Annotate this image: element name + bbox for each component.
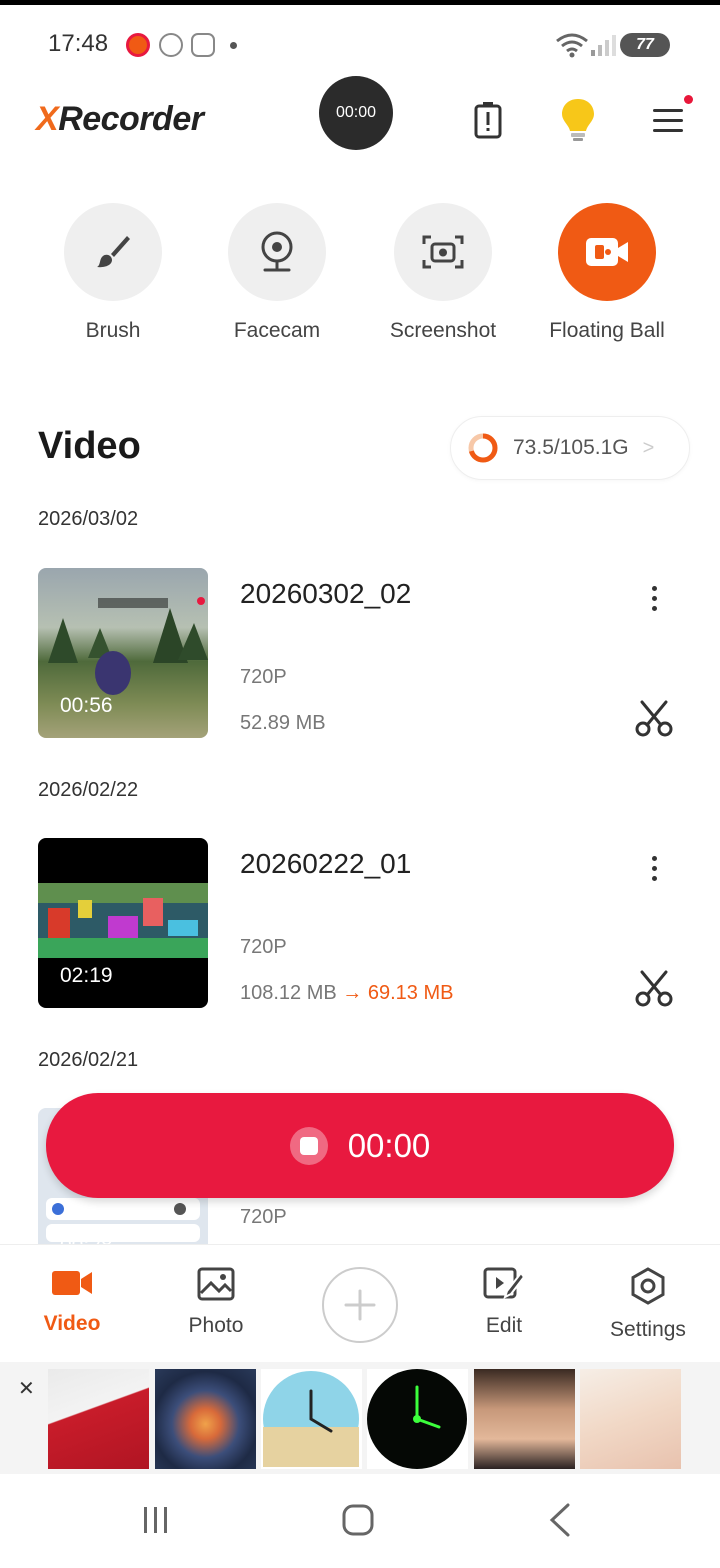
back-icon[interactable]	[546, 1502, 574, 1538]
more-options-button[interactable]	[640, 848, 668, 888]
video-item[interactable]: 00:56 20260302_02 720P 52.89 MB	[0, 568, 720, 740]
battery-warning-button[interactable]	[466, 96, 510, 144]
tab-edit[interactable]: Edit	[434, 1267, 574, 1338]
camera-record-icon	[586, 238, 628, 266]
date-header: 2026/03/02	[38, 508, 139, 530]
app-header: XRecorder 00:00	[0, 70, 720, 170]
video-name: 20260302_02	[240, 578, 412, 609]
ad-image[interactable]	[367, 1369, 468, 1469]
tools-row: Brush Facecam Screenshot Floating Ball	[0, 200, 720, 360]
settings-icon	[631, 1267, 665, 1305]
stop-recording-button[interactable]: 00:00	[46, 1093, 674, 1198]
storage-usage-text: 73.5/105.1G	[513, 436, 629, 459]
menu-notification-dot	[684, 95, 693, 104]
close-ad-icon[interactable]: ✕	[18, 1376, 35, 1401]
brush-icon	[97, 236, 130, 268]
screenshot-tool-circle	[394, 203, 492, 301]
video-duration: 02:19	[60, 964, 113, 987]
instagram-icon	[191, 33, 215, 57]
date-header: 2026/02/21	[38, 1049, 139, 1071]
brush-label: Brush	[85, 319, 141, 342]
add-button[interactable]	[322, 1267, 398, 1343]
compressed-arrow: →	[342, 982, 363, 1004]
signal-icon	[591, 35, 616, 56]
brush-tool[interactable]: Brush	[38, 200, 188, 343]
scissors-icon[interactable]	[632, 696, 676, 740]
screenshot-icon	[422, 235, 464, 269]
floating-ball-tool-circle	[558, 203, 656, 301]
facecam-label: Facecam	[233, 319, 321, 342]
facecam-tool[interactable]: Facecam	[202, 200, 352, 343]
compressed-size: 69.13 MB	[367, 982, 454, 1004]
brush-tool-circle	[64, 203, 162, 301]
ad-image[interactable]	[48, 1369, 149, 1469]
recorder-notification-icon	[126, 33, 150, 57]
media-notification-icon	[159, 33, 183, 57]
facecam-tool-circle	[228, 203, 326, 301]
lightbulb-icon	[562, 99, 594, 141]
system-nav-bar	[0, 1474, 720, 1568]
menu-button[interactable]	[646, 96, 690, 144]
clock-ad-icon	[263, 1371, 359, 1467]
floating-ball-tool[interactable]: Floating Ball	[532, 200, 682, 343]
home-icon[interactable]	[342, 1504, 374, 1536]
ad-image[interactable]	[261, 1369, 362, 1469]
video-item[interactable]: 02:19 20260222_01 720P 108.12 MB → 69.13…	[0, 838, 720, 1010]
app-logo: XRecorder	[36, 100, 204, 138]
battery-alert-icon	[474, 102, 502, 139]
webcam-icon	[261, 231, 293, 272]
tab-photo-label: Photo	[188, 1314, 244, 1337]
tab-video[interactable]: Video	[2, 1267, 142, 1336]
scissors-icon[interactable]	[632, 966, 676, 1010]
tab-edit-label: Edit	[485, 1314, 523, 1337]
ad-banner[interactable]: ✕	[0, 1362, 720, 1474]
ad-image[interactable]	[155, 1369, 256, 1469]
screenshot-tool[interactable]: Screenshot	[368, 200, 518, 343]
video-resolution: 720P	[240, 936, 287, 958]
tab-photo[interactable]: Photo	[146, 1267, 286, 1338]
storage-ring-icon	[468, 433, 498, 463]
bottom-nav: Video Photo Edit Settings	[0, 1244, 720, 1362]
tips-button[interactable]	[556, 96, 600, 144]
video-size: 108.12 MB → 69.13 MB	[240, 982, 454, 1004]
video-name: 20260222_01	[240, 848, 412, 879]
video-thumbnail[interactable]: 02:19	[38, 838, 208, 1008]
digital-clock-ad-icon	[367, 1369, 467, 1469]
battery-level: 77	[620, 33, 670, 57]
floating-timer[interactable]: 00:00	[319, 76, 393, 150]
stop-icon	[289, 1126, 328, 1165]
video-duration: 00:28	[60, 1234, 113, 1244]
video-resolution: 720P	[240, 666, 287, 688]
video-duration: 00:56	[60, 694, 113, 717]
status-time: 17:48	[48, 30, 109, 57]
more-notifications-dot	[230, 42, 237, 49]
section-title: Video	[38, 425, 141, 467]
more-options-button[interactable]	[640, 578, 668, 618]
ad-image[interactable]	[474, 1369, 575, 1469]
plus-icon	[344, 1289, 376, 1321]
video-camera-icon	[52, 1271, 92, 1295]
date-header: 2026/02/22	[38, 779, 139, 801]
screenshot-label: Screenshot	[389, 319, 497, 342]
storage-usage-button[interactable]: 73.5/105.1G >	[450, 416, 690, 480]
photo-icon	[197, 1267, 235, 1301]
tab-video-label: Video	[43, 1312, 101, 1335]
ad-image[interactable]	[580, 1369, 681, 1469]
wifi-icon	[556, 33, 588, 58]
floating-ball-label: Floating Ball	[549, 319, 665, 342]
tab-settings-label: Settings	[610, 1318, 686, 1341]
video-resolution: 720P	[240, 1206, 287, 1228]
recording-time: 00:00	[347, 1126, 431, 1164]
video-thumbnail[interactable]: 00:56	[38, 568, 208, 738]
hamburger-icon	[653, 109, 683, 132]
video-size: 52.89 MB	[240, 712, 326, 734]
chevron-right-icon: >	[642, 436, 655, 459]
recent-apps-icon[interactable]	[140, 1504, 172, 1536]
tab-settings[interactable]: Settings	[578, 1267, 718, 1342]
edit-video-icon	[483, 1267, 526, 1299]
